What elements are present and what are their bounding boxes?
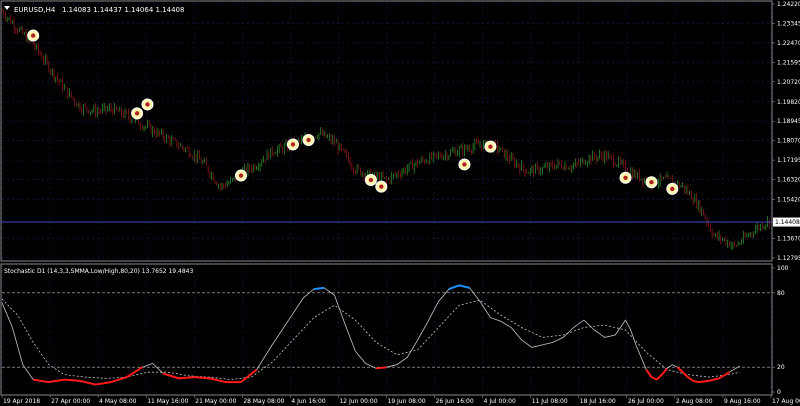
signal-marker-core bbox=[306, 137, 311, 143]
stoch-tick-label: 80 bbox=[777, 290, 785, 297]
time-tick-label: 18 Jul 16:00 bbox=[580, 398, 616, 405]
stoch-highlight-segment bbox=[698, 379, 709, 384]
time-tick-label: 19 Jun 08:00 bbox=[388, 398, 426, 405]
signal-marker-core bbox=[30, 33, 36, 38]
time-tick-label: 4 Jun 16:00 bbox=[291, 398, 325, 405]
signal-marker-core bbox=[379, 184, 384, 189]
time-tick-label: 9 Aug 16:00 bbox=[724, 398, 761, 405]
stoch-tick-label: 0 bbox=[777, 389, 781, 396]
price-tick-label: 1.24220 bbox=[777, 1, 800, 8]
time-tick-label: 19 Apr 2018 bbox=[3, 398, 40, 405]
stoch-tick-label: 100 bbox=[777, 265, 789, 272]
stoch-highlight-segment bbox=[692, 379, 699, 384]
price-tick-label: 1.16320 bbox=[777, 177, 800, 184]
time-tick-label: 27 Apr 00:00 bbox=[51, 398, 90, 405]
price-tick-label: 1.19820 bbox=[777, 99, 800, 106]
time-tick-label: 4 Jul 00:00 bbox=[484, 398, 516, 405]
current-price-tag: 1.14408 bbox=[773, 217, 800, 227]
time-tick-label: 17 Aug 00:00 bbox=[772, 398, 800, 405]
signal-marker-core bbox=[670, 186, 675, 192]
stoch-highlight-segment bbox=[313, 286, 325, 291]
time-tick-label: 28 May 08:00 bbox=[243, 398, 284, 405]
price-tick-label: 1.20720 bbox=[777, 79, 800, 86]
price-tick-label: 1.15420 bbox=[777, 197, 800, 204]
current-price-value: 1.14408 bbox=[775, 219, 800, 226]
time-tick-label: 11 Jul 08:00 bbox=[532, 398, 568, 405]
stoch-tick-label: 20 bbox=[777, 364, 785, 371]
signal-marker-core bbox=[134, 111, 140, 116]
signal-marker-core bbox=[145, 102, 150, 107]
signal-marker-core bbox=[649, 180, 654, 185]
signal-marker-core bbox=[462, 162, 467, 167]
price-tick-label: 1.21595 bbox=[777, 59, 800, 66]
price-tick-label: 1.18945 bbox=[777, 118, 800, 125]
signal-marker-core bbox=[238, 173, 244, 178]
chart-background bbox=[0, 0, 800, 406]
signal-marker-core bbox=[290, 142, 296, 147]
price-tick-label: 1.17195 bbox=[777, 157, 800, 164]
time-tick-label: 26 Jul 00:00 bbox=[628, 398, 664, 405]
ohlc-values: 1.14083 1.14437 1.14064 1.14408 bbox=[62, 6, 184, 14]
time-tick-label: 2 Aug 08:00 bbox=[676, 398, 713, 405]
indicator-title: Stochastic D1 (14,3,3,SMMA,Low/High,80,2… bbox=[4, 268, 193, 275]
symbol-label: EURUSD,H4 bbox=[14, 6, 56, 14]
price-tick-label: 1.13670 bbox=[777, 235, 800, 242]
time-tick-label: 4 May 08:00 bbox=[99, 398, 137, 405]
time-tick-label: 21 May 00:00 bbox=[195, 398, 236, 405]
stoch-highlight-segment bbox=[194, 376, 210, 380]
signal-marker-core bbox=[623, 175, 628, 180]
price-tick-label: 1.22470 bbox=[777, 40, 800, 47]
signal-marker-core bbox=[488, 144, 493, 149]
stoch-highlight-segment bbox=[375, 366, 387, 370]
signal-marker-core bbox=[368, 177, 374, 183]
time-tick-label: 11 May 16:00 bbox=[147, 398, 188, 405]
price-tick-label: 1.12795 bbox=[777, 255, 800, 262]
trading-chart[interactable]: EURUSD,H4 1.14083 1.14437 1.14064 1.1440… bbox=[0, 0, 800, 406]
price-tick-label: 1.18070 bbox=[777, 138, 800, 145]
time-tick-label: 26 Jun 16:00 bbox=[436, 398, 474, 405]
stoch-highlight-segment bbox=[178, 376, 195, 380]
price-tick-label: 1.23345 bbox=[777, 20, 800, 27]
time-tick-label: 12 Jun 00:00 bbox=[339, 398, 377, 405]
stoch-highlight-segment bbox=[64, 378, 81, 382]
